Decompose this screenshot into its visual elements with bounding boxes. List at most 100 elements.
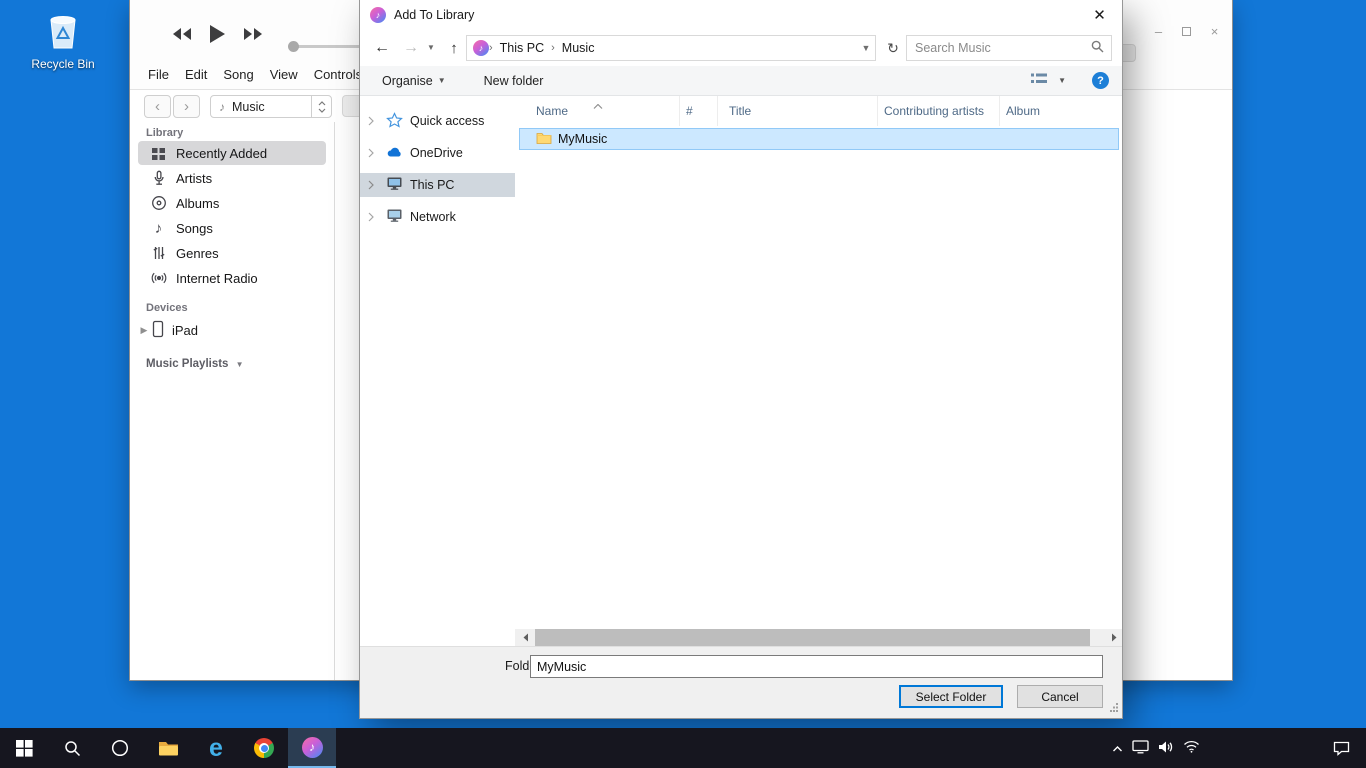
network-wifi-icon[interactable] [1183, 740, 1200, 756]
recent-locations-chevron-icon[interactable]: ▼ [424, 35, 438, 61]
navpane-item-network[interactable]: Network [360, 205, 515, 229]
fast-forward-button[interactable] [241, 27, 265, 44]
sidebar-item-songs[interactable]: ♪ Songs [138, 216, 326, 240]
scroll-left-icon[interactable] [517, 629, 534, 646]
scroll-right-icon[interactable] [1105, 629, 1122, 646]
volume-slider[interactable] [290, 45, 362, 48]
music-note-icon: ♪ [219, 101, 225, 113]
itunes-forward-button[interactable]: › [173, 95, 200, 118]
close-icon[interactable]: ✕ [1077, 0, 1122, 30]
devices-section-header: Devices [146, 302, 188, 314]
sidebar-item-genres[interactable]: Genres [138, 241, 326, 265]
address-bar[interactable]: ♪ › This PC › Music ▼ [466, 35, 876, 61]
sidebar-item-internet-radio[interactable]: Internet Radio [138, 266, 326, 290]
column-header-contributing-artists[interactable]: Contributing artists [878, 96, 1000, 126]
itunes-back-button[interactable]: ‹ [144, 95, 171, 118]
recycle-bin-desktop-icon[interactable]: Recycle Bin [26, 8, 100, 71]
music-playlists-header[interactable]: Music Playlists ▼ [146, 358, 244, 370]
expander-icon[interactable]: ▶ [138, 326, 150, 335]
select-folder-button[interactable]: Select Folder [899, 685, 1003, 708]
cancel-button[interactable]: Cancel [1017, 685, 1103, 708]
scrollbar-thumb[interactable] [535, 629, 1090, 646]
search-icon [1091, 40, 1104, 56]
dialog-navigation-pane: Quick access OneDrive [360, 96, 515, 646]
network-icon [386, 208, 403, 226]
menu-file[interactable]: File [140, 67, 177, 82]
close-icon[interactable]: × [1207, 24, 1222, 39]
navpane-item-quick-access[interactable]: Quick access [360, 109, 515, 133]
start-button[interactable] [0, 728, 48, 768]
dialog-title: Add To Library [394, 8, 474, 22]
address-dropdown-icon[interactable]: ▼ [857, 44, 875, 53]
microphone-icon [150, 170, 167, 187]
folder-name-input[interactable] [530, 655, 1103, 678]
recycle-bin-label: Recycle Bin [26, 57, 100, 71]
play-button[interactable] [209, 24, 226, 47]
genre-strings-icon [150, 245, 167, 262]
forward-icon[interactable]: → [398, 35, 424, 61]
this-pc-monitor-icon [386, 176, 403, 194]
help-button[interactable]: ? [1092, 72, 1109, 89]
expander-icon[interactable] [368, 115, 374, 129]
volume-knob[interactable] [288, 41, 299, 52]
resize-grip[interactable] [1109, 700, 1119, 715]
menu-edit[interactable]: Edit [177, 67, 215, 82]
menu-song[interactable]: Song [215, 67, 261, 82]
up-icon[interactable]: ↑ [442, 35, 466, 61]
breadcrumb-music[interactable]: Music [555, 41, 602, 55]
search-input[interactable] [907, 41, 1091, 55]
hidden-icons-chevron-icon[interactable] [1112, 741, 1123, 756]
library-list: Recently Added Artists Albums ♪ Song [138, 141, 326, 291]
sidebar-item-artists[interactable]: Artists [138, 166, 326, 190]
column-header-name[interactable]: Name [515, 96, 680, 126]
action-center-icon[interactable] [1333, 728, 1350, 768]
navpane-item-onedrive[interactable]: OneDrive [360, 141, 515, 165]
volume-tray-icon[interactable] [1158, 740, 1174, 757]
back-icon[interactable]: ← [368, 35, 396, 61]
library-section-header: Library [146, 127, 183, 139]
dialog-toolbar: Organise ▼ New folder ▼ ? [360, 66, 1122, 96]
media-kind-selector[interactable]: ♪ Music [210, 95, 332, 118]
sidebar-item-recently-added[interactable]: Recently Added [138, 141, 326, 165]
column-header-title[interactable]: Title [718, 96, 878, 126]
breadcrumb-this-pc[interactable]: This PC [493, 41, 551, 55]
minimize-icon[interactable]: – [1151, 24, 1166, 39]
location-icon: ♪ [473, 40, 489, 56]
rewind-button[interactable] [170, 27, 194, 44]
album-record-icon [150, 195, 167, 212]
itunes-window-controls: – × [1151, 24, 1222, 39]
sidebar-item-albums[interactable]: Albums [138, 191, 326, 215]
maximize-icon[interactable] [1182, 27, 1191, 36]
itunes-taskbar-button[interactable]: ♪ [288, 728, 336, 768]
refresh-icon[interactable]: ↻ [882, 35, 904, 61]
column-header-number[interactable]: # [680, 96, 718, 126]
expander-icon[interactable] [368, 179, 374, 193]
add-to-library-dialog: ♪ Add To Library ✕ ← → ▼ ↑ ♪ › This PC ›… [360, 0, 1122, 718]
itunes-transport-controls [170, 24, 265, 47]
file-row-mymusic[interactable]: MyMusic [519, 128, 1119, 150]
cortana-icon[interactable] [96, 728, 144, 768]
sidebar-item-ipad[interactable]: ▶ iPad [138, 318, 326, 342]
taskbar-search-icon[interactable] [48, 728, 96, 768]
menu-view[interactable]: View [262, 67, 306, 82]
new-folder-button[interactable]: New folder [484, 74, 544, 88]
organise-button[interactable]: Organise ▼ [382, 74, 446, 88]
itunes-sidebar: Library Recently Added Artists [130, 122, 335, 680]
view-mode-icon[interactable] [1031, 73, 1047, 88]
horizontal-scrollbar[interactable] [517, 629, 1122, 646]
view-mode-chevron-icon[interactable]: ▼ [1058, 77, 1066, 85]
column-header-album[interactable]: Album [1000, 96, 1122, 126]
dialog-footer: Folder: Select Folder Cancel [360, 646, 1122, 718]
desktop: Recycle Bin – × [0, 0, 1366, 768]
chrome-browser-icon[interactable] [240, 728, 288, 768]
file-explorer-icon[interactable] [144, 728, 192, 768]
file-name: MyMusic [558, 132, 607, 146]
expander-icon[interactable] [368, 211, 374, 225]
expander-icon[interactable] [368, 147, 374, 161]
edge-browser-icon[interactable]: e [192, 728, 240, 768]
navpane-item-this-pc[interactable]: This PC [360, 173, 515, 197]
chevron-up-down-icon [311, 96, 331, 117]
search-box[interactable] [906, 35, 1112, 61]
display-tray-icon[interactable] [1132, 739, 1149, 757]
column-headers: Name # Title Contributing artists Album [515, 96, 1122, 126]
